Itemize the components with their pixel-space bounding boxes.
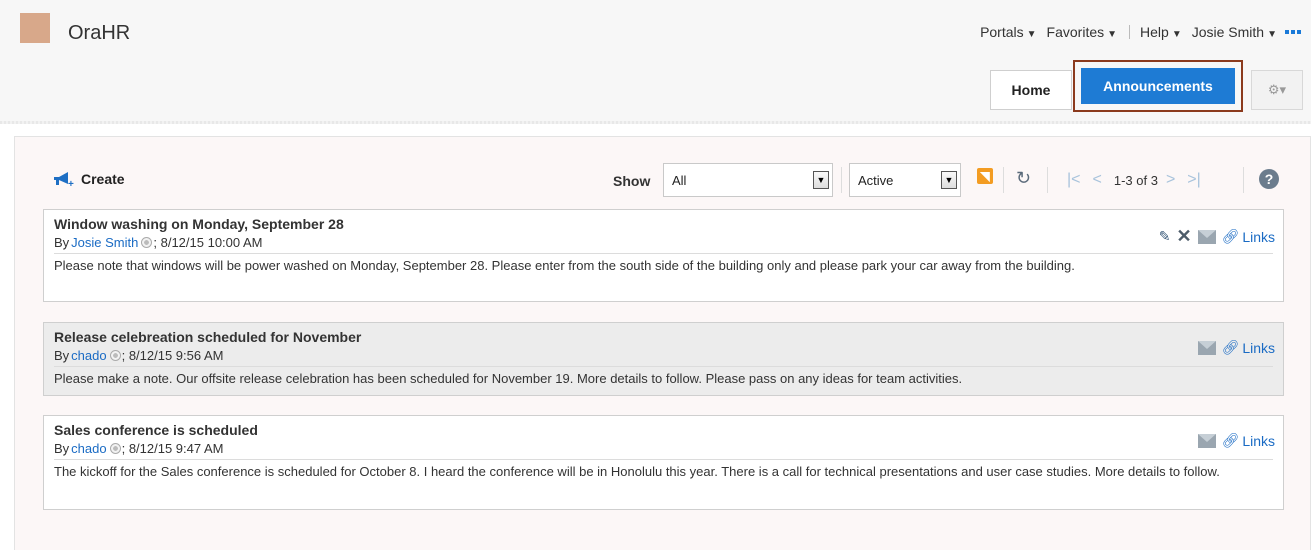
gear-icon: ⚙▾ <box>1267 82 1287 97</box>
dropdown-arrow-icon[interactable]: ▼ <box>813 171 829 189</box>
links-button[interactable]: Links <box>1242 340 1275 356</box>
caret-down-icon: ▼ <box>1107 29 1118 40</box>
svg-text:+: + <box>68 179 74 187</box>
caret-down-icon: ▼ <box>1267 29 1277 40</box>
by-label: By <box>54 235 70 250</box>
first-page-icon[interactable]: |< <box>1067 171 1081 189</box>
announcements-toolbar: + Create Show All ▼ Active ▼ ◥ ↻ |< < 1-… <box>15 161 1310 201</box>
pagination: |< < 1-3 of 3 > >| <box>1067 171 1213 189</box>
announcement-meta: By Josie Smith ; 8/12/15 10:00 AM <box>54 235 1273 250</box>
announcement-body: Please note that windows will be power w… <box>54 253 1273 275</box>
megaphone-icon: + <box>54 172 74 187</box>
more-icon[interactable] <box>1285 28 1303 36</box>
help-menu[interactable]: Help ▼ <box>1140 24 1182 40</box>
announcement-body: The kickoff for the Sales conference is … <box>54 459 1273 481</box>
announcement-meta: By chado ; 8/12/15 9:47 AM <box>54 441 1273 456</box>
mail-icon[interactable] <box>1197 340 1216 355</box>
by-label: By <box>54 441 70 456</box>
by-label: By <box>54 348 70 363</box>
announcement-card: Sales conference is scheduled By chado ;… <box>43 415 1284 510</box>
announcement-card: Window washing on Monday, September 28 B… <box>43 209 1284 302</box>
show-label: Show <box>613 173 651 189</box>
page-tabs: Home Announcements ⚙▾ <box>990 60 1303 112</box>
link-icon[interactable]: 🔗︎ <box>1222 432 1240 449</box>
announcement-meta: By chado ; 8/12/15 9:56 AM <box>54 348 1273 363</box>
status-filter-select[interactable]: Active ▼ <box>849 163 961 197</box>
tab-announcements[interactable]: Announcements <box>1081 68 1235 104</box>
link-icon[interactable]: 🔗︎ <box>1222 339 1240 356</box>
author-link[interactable]: chado <box>71 441 106 456</box>
create-button[interactable]: + Create <box>53 171 125 187</box>
help-label: Help <box>1140 24 1169 40</box>
toolbar-divider <box>841 167 842 193</box>
author-link[interactable]: chado <box>71 348 106 363</box>
presence-icon[interactable] <box>109 350 121 361</box>
delete-icon[interactable]: ✕ <box>1176 226 1191 247</box>
mail-icon[interactable] <box>1197 433 1216 448</box>
announcement-date: ; 8/12/15 9:47 AM <box>121 441 224 456</box>
nav-divider <box>1129 25 1131 39</box>
announcements-panel: + Create Show All ▼ Active ▼ ◥ ↻ |< < 1-… <box>14 136 1311 550</box>
link-icon[interactable]: 🔗︎ <box>1222 228 1240 245</box>
portals-menu[interactable]: Portals ▼ <box>980 24 1036 40</box>
dropdown-arrow-icon[interactable]: ▼ <box>941 171 957 189</box>
show-filter-value: All <box>672 172 687 188</box>
author-link[interactable]: Josie Smith <box>71 235 138 250</box>
user-name: Josie Smith <box>1191 24 1265 40</box>
favorites-label: Favorites <box>1046 24 1105 40</box>
rss-icon[interactable]: ◥ <box>977 168 993 184</box>
next-page-icon[interactable]: > <box>1166 171 1175 189</box>
create-label: Create <box>81 171 125 187</box>
announcement-date: ; 8/12/15 10:00 AM <box>153 235 263 250</box>
announcement-title[interactable]: Release celebreation scheduled for Novem… <box>54 329 1273 345</box>
tab-highlight-frame: Announcements <box>1073 60 1243 112</box>
app-logo <box>20 13 50 43</box>
tab-home[interactable]: Home <box>990 70 1072 110</box>
refresh-icon[interactable]: ↻ <box>1016 168 1031 189</box>
status-filter-value: Active <box>858 172 894 188</box>
portals-label: Portals <box>980 24 1024 40</box>
show-filter-select[interactable]: All ▼ <box>663 163 833 197</box>
announcement-actions: 🔗︎ Links <box>1197 339 1275 356</box>
announcement-actions: ✎ ✕ 🔗︎ Links <box>1159 226 1275 247</box>
presence-icon[interactable] <box>109 443 121 454</box>
mail-icon[interactable] <box>1197 229 1216 244</box>
caret-down-icon: ▼ <box>1171 29 1182 40</box>
announcement-title[interactable]: Window washing on Monday, September 28 <box>54 216 1273 232</box>
page-count: 1-3 of 3 <box>1113 172 1158 188</box>
toolbar-divider <box>1243 167 1244 193</box>
toolbar-divider <box>1003 167 1004 193</box>
announcement-card: Release celebreation scheduled for Novem… <box>43 322 1284 396</box>
edit-icon[interactable]: ✎ <box>1159 228 1171 245</box>
last-page-icon[interactable]: >| <box>1187 171 1201 189</box>
toolbar-divider <box>1047 167 1048 193</box>
presence-icon[interactable] <box>141 237 153 248</box>
top-navigation: Portals ▼ Favorites ▼ Help ▼ Josie Smith ▼ <box>970 24 1303 40</box>
caret-down-icon: ▼ <box>1026 29 1037 40</box>
links-button[interactable]: Links <box>1242 433 1275 449</box>
announcement-title[interactable]: Sales conference is scheduled <box>54 422 1273 438</box>
links-button[interactable]: Links <box>1242 229 1275 245</box>
announcement-date: ; 8/12/15 9:56 AM <box>121 348 224 363</box>
app-header: OraHR Portals ▼ Favorites ▼ Help ▼ Josie Sm… <box>0 0 1311 124</box>
announcement-body: Please make a note. Our offsite release … <box>54 366 1273 388</box>
favorites-menu[interactable]: Favorites ▼ <box>1047 24 1117 40</box>
help-icon[interactable]: ? <box>1259 169 1279 189</box>
announcement-actions: 🔗︎ Links <box>1197 432 1275 449</box>
user-menu[interactable]: Josie Smith ▼ <box>1192 24 1277 40</box>
app-title: OraHR <box>68 22 131 44</box>
previous-page-icon[interactable]: < <box>1093 171 1102 189</box>
settings-menu-button[interactable]: ⚙▾ <box>1251 70 1303 110</box>
